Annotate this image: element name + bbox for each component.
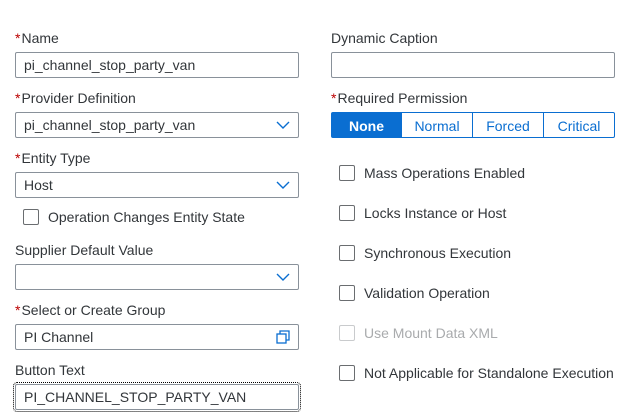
required-permission-segmented-button: None Normal Forced Critical — [331, 112, 615, 138]
chevron-down-icon[interactable] — [276, 271, 290, 283]
mass-operations-enabled-checkbox[interactable]: Mass Operations Enabled — [339, 163, 525, 183]
synchronous-execution-checkbox[interactable]: Synchronous Execution — [339, 243, 511, 263]
permission-normal-button[interactable]: Normal — [402, 112, 473, 138]
select-or-create-group-input[interactable]: PI Channel — [15, 324, 299, 350]
checkbox-box[interactable] — [339, 205, 355, 221]
checkbox-label: Synchronous Execution — [364, 245, 512, 261]
permission-critical-button[interactable]: Critical — [544, 112, 615, 138]
checkbox-box — [339, 325, 355, 341]
checkbox-label: Validation Operation — [364, 285, 490, 301]
provider-definition-select[interactable]: pi_channel_stop_party_van — [15, 112, 299, 138]
select-or-create-group-label: *Select or Create Group — [15, 302, 166, 318]
operation-changes-entity-state-checkbox[interactable]: Operation Changes Entity State — [23, 207, 245, 227]
entity-type-label: *Entity Type — [15, 150, 91, 166]
required-mark: * — [331, 90, 337, 106]
checkbox-box[interactable] — [23, 209, 39, 225]
checkbox-box[interactable] — [339, 165, 355, 181]
required-mark: * — [15, 30, 21, 46]
checkbox-box[interactable] — [339, 245, 355, 261]
name-input[interactable]: pi_channel_stop_party_van — [15, 52, 299, 78]
permission-none-button[interactable]: None — [331, 112, 402, 138]
value-help-icon[interactable] — [276, 330, 290, 344]
validation-operation-checkbox[interactable]: Validation Operation — [339, 283, 490, 303]
required-mark: * — [15, 90, 21, 106]
checkbox-box[interactable] — [339, 285, 355, 301]
name-label: *Name — [15, 30, 59, 46]
use-mount-data-xml-checkbox: Use Mount Data XML — [339, 323, 498, 343]
checkbox-label: Use Mount Data XML — [364, 325, 498, 341]
checkbox-box[interactable] — [339, 365, 355, 381]
provider-definition-label: *Provider Definition — [15, 90, 136, 106]
dynamic-caption-label: Dynamic Caption — [331, 30, 438, 46]
supplier-default-value-select[interactable] — [15, 264, 299, 290]
checkbox-label: Not Applicable for Standalone Execution — [364, 365, 614, 381]
chevron-down-icon[interactable] — [276, 179, 290, 191]
checkbox-label: Operation Changes Entity State — [48, 209, 245, 225]
button-text-input[interactable]: PI_CHANNEL_STOP_PARTY_VAN — [13, 382, 301, 412]
checkbox-label: Mass Operations Enabled — [364, 165, 526, 181]
required-mark: * — [15, 150, 21, 166]
dynamic-caption-input[interactable] — [331, 52, 615, 78]
required-permission-label: *Required Permission — [331, 90, 468, 106]
not-applicable-for-standalone-execution-checkbox[interactable]: Not Applicable for Standalone Execution — [339, 363, 614, 383]
supplier-default-value-label: Supplier Default Value — [15, 242, 154, 258]
permission-forced-button[interactable]: Forced — [473, 112, 544, 138]
entity-type-select[interactable]: Host — [15, 172, 299, 198]
checkbox-label: Locks Instance or Host — [364, 205, 507, 221]
chevron-down-icon[interactable] — [276, 119, 290, 131]
required-mark: * — [15, 302, 21, 318]
locks-instance-or-host-checkbox[interactable]: Locks Instance or Host — [339, 203, 506, 223]
button-text-label: Button Text — [15, 362, 85, 378]
